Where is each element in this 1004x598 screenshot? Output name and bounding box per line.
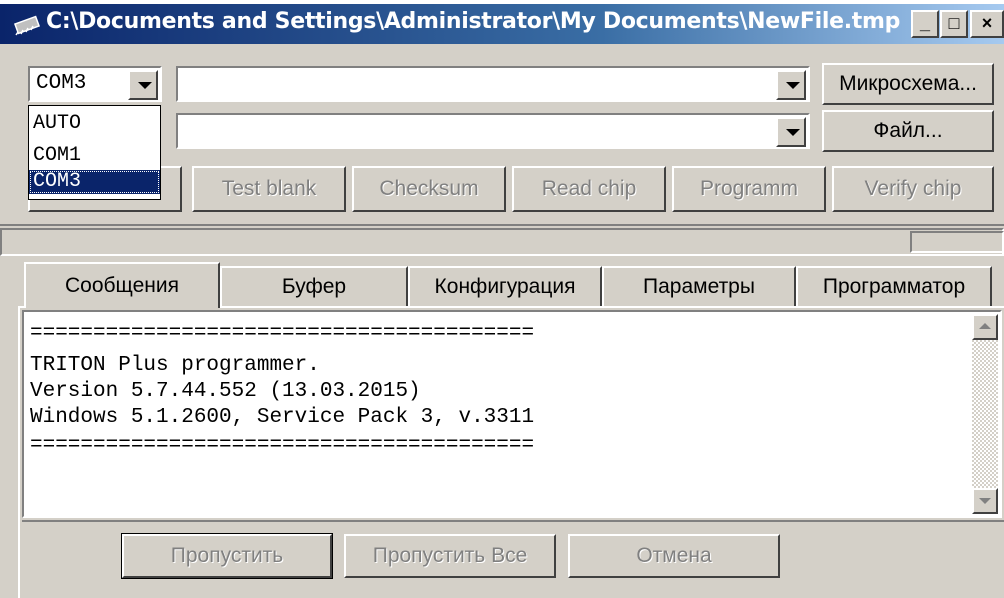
skip-all-button[interactable]: Пропустить Все bbox=[344, 534, 556, 578]
cancel-button[interactable]: Отмена bbox=[568, 534, 780, 578]
message-line: TRITON Plus programmer. bbox=[30, 354, 320, 377]
minimize-button[interactable]: _ bbox=[911, 10, 939, 38]
chip-button[interactable]: Микросхема... bbox=[822, 63, 994, 105]
messages-console[interactable]: ========================================… bbox=[22, 310, 1002, 518]
programm-button[interactable]: Programm bbox=[672, 166, 826, 212]
window-title: C:\Documents and Settings\Administrator\… bbox=[46, 9, 901, 34]
message-line: Version 5.7.44.552 (13.03.2015) bbox=[30, 380, 421, 403]
test-blank-button[interactable]: Test blank bbox=[192, 166, 346, 212]
status-panel bbox=[910, 231, 1004, 253]
scroll-down-icon[interactable] bbox=[972, 488, 998, 514]
checksum-button[interactable]: Checksum bbox=[352, 166, 506, 212]
port-option[interactable]: COM1 bbox=[29, 144, 160, 168]
tab-messages[interactable]: Сообщения bbox=[24, 262, 220, 308]
vertical-scrollbar[interactable] bbox=[972, 314, 998, 514]
separator bbox=[0, 224, 1004, 226]
port-select[interactable]: COM3 bbox=[28, 66, 162, 102]
progress-bar bbox=[0, 228, 1004, 256]
scroll-up-icon[interactable] bbox=[972, 314, 998, 340]
message-line: ======================================== bbox=[30, 322, 535, 345]
chip-icon bbox=[13, 15, 41, 36]
port-option[interactable]: AUTO bbox=[29, 112, 160, 136]
file-select[interactable] bbox=[176, 113, 810, 149]
file-button[interactable]: Файл... bbox=[822, 110, 994, 152]
port-option-selected[interactable]: COM3 bbox=[29, 170, 160, 194]
tab-programmer[interactable]: Программатор bbox=[796, 266, 992, 306]
tab-buffer[interactable]: Буфер bbox=[220, 266, 408, 306]
separator bbox=[22, 520, 1004, 522]
tab-configuration[interactable]: Конфигурация bbox=[408, 266, 602, 306]
chip-select[interactable] bbox=[176, 66, 810, 102]
close-button[interactable]: × bbox=[970, 10, 1004, 38]
message-line: Windows 5.1.2600, Service Pack 3, v.3311 bbox=[30, 406, 535, 429]
title-bar[interactable]: C:\Documents and Settings\Administrator\… bbox=[0, 0, 1004, 44]
chip-dropdown-arrow[interactable] bbox=[776, 70, 806, 100]
read-chip-button[interactable]: Read chip bbox=[512, 166, 666, 212]
port-dropdown-list[interactable]: AUTO COM1 COM3 bbox=[28, 105, 161, 200]
tab-parameters[interactable]: Параметры bbox=[602, 266, 796, 306]
skip-button[interactable]: Пропустить bbox=[121, 533, 333, 579]
verify-chip-button[interactable]: Verify chip bbox=[832, 166, 994, 212]
port-dropdown-arrow[interactable] bbox=[128, 70, 158, 100]
file-dropdown-arrow[interactable] bbox=[776, 117, 806, 147]
maximize-button[interactable]: □ bbox=[940, 10, 968, 38]
message-line: ======================================== bbox=[30, 434, 535, 457]
port-select-value: COM3 bbox=[36, 72, 87, 95]
